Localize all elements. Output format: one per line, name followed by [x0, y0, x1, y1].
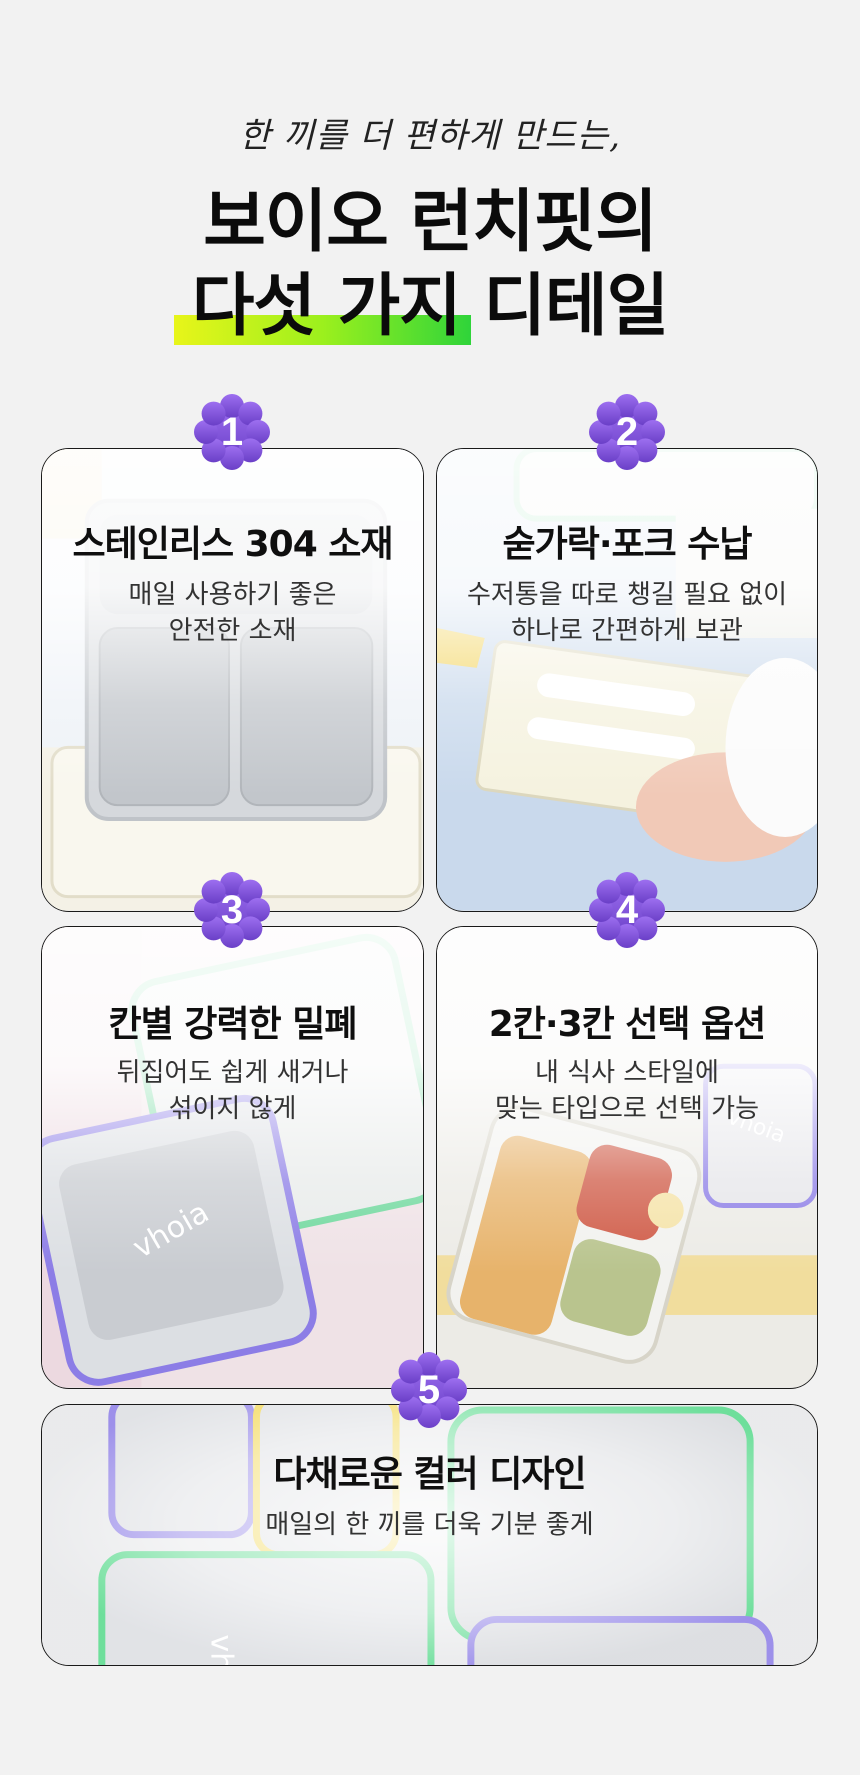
feature-title: 스테인리스 304 소재: [72, 524, 393, 565]
feature-title: 숟가락·포크 수납: [502, 524, 752, 565]
feature-card-2: 숟가락·포크 수납 수저통을 따로 챙길 필요 없이 하나로 간편하게 보관: [436, 448, 818, 912]
feature-desc-line: 수저통을 따로 챙길 필요 없이: [466, 580, 788, 610]
feature-description: 수저통을 따로 챙길 필요 없이 하나로 간편하게 보관: [437, 577, 817, 649]
header: 한 끼를 더 편하게 만드는, 보이오 런치핏의 다섯 가지 디테일: [0, 0, 860, 360]
title-line2-rest: 디테일: [460, 267, 669, 346]
badge-5: 5: [389, 1350, 469, 1430]
feature-description: 매일의 한 끼를 더욱 기분 좋게: [42, 1507, 817, 1543]
feature-title: 칸별 강력한 밀폐: [108, 1004, 358, 1045]
feature-title: 다채로운 컬러 디자인: [273, 1454, 586, 1495]
feature-desc-line: 매일 사용하기 좋은: [128, 580, 337, 610]
feature-desc-line: 하나로 간편하게 보관: [511, 616, 743, 646]
feature-card-5: vhoia 다채로운 컬러 디자인 매일의 한 끼를 더욱 기분 좋게: [41, 1404, 818, 1666]
feature-desc-line: 맞는 타입으로 선택 가능: [495, 1094, 759, 1124]
badge-number: 4: [615, 887, 639, 932]
feature-desc-line: 뒤집어도 쉽게 새거나: [116, 1058, 349, 1088]
feature-card-4: vhoia 2칸·3칸 선택 옵션 내 식사 스타일에 맞는 타입으로 선택 가…: [436, 926, 818, 1389]
feature-title: 2칸·3칸 선택 옵션: [488, 1004, 767, 1045]
feature-desc-line: 내 식사 스타일에: [535, 1058, 719, 1088]
feature-description: 매일 사용하기 좋은 안전한 소재: [42, 577, 423, 649]
feature-desc-line: 안전한 소재: [168, 616, 297, 646]
feature-description: 뒤집어도 쉽게 새거나 섞이지 않게: [42, 1055, 423, 1127]
title-highlight-text: 다섯 가지: [191, 267, 462, 346]
badge-number: 2: [615, 409, 639, 454]
badge-1: 1: [192, 392, 272, 472]
badge-3: 3: [192, 870, 272, 950]
feature-desc-line: 매일의 한 끼를 더욱 기분 좋게: [265, 1510, 594, 1540]
title-highlight: 다섯 가지: [173, 250, 471, 349]
badge-number: 5: [417, 1367, 441, 1412]
badge-4: 4: [587, 870, 667, 950]
feature-desc-line: 섞이지 않게: [168, 1094, 297, 1124]
badge-number: 1: [220, 409, 244, 454]
badge-number: 3: [220, 887, 244, 932]
badge-2: 2: [587, 392, 667, 472]
feature-card-1: 스테인리스 304 소재 매일 사용하기 좋은 안전한 소재: [41, 448, 424, 912]
header-title-line2: 다섯 가지 디테일: [0, 250, 860, 349]
feature-description: 내 식사 스타일에 맞는 타입으로 선택 가능: [437, 1055, 817, 1127]
header-subtitle: 한 끼를 더 편하게 만드는,: [239, 116, 621, 156]
feature-card-3: vhoia 칸별 강력한 밀폐 뒤집어도 쉽게 새거나 섞이지 않게: [41, 926, 424, 1389]
